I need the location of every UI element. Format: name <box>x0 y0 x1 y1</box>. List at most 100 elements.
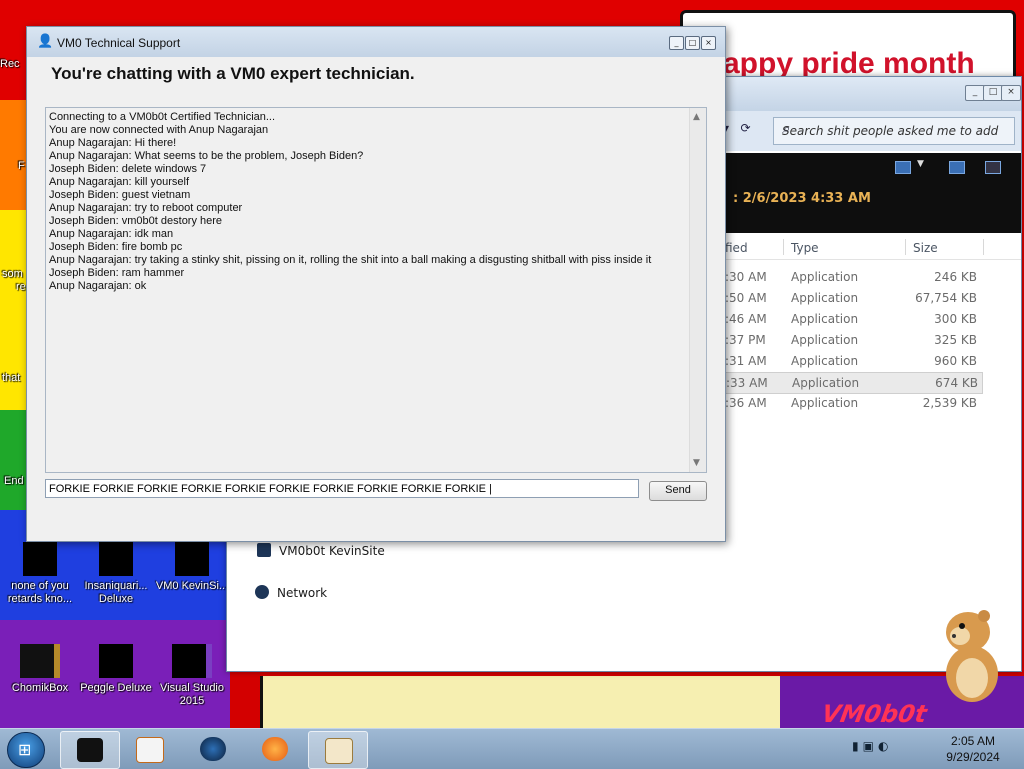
desktop-icon-label: that <box>2 372 21 384</box>
chat-scrollbar[interactable]: ▲ ▼ <box>689 108 706 472</box>
nav-item-label: VM0b0t KevinSite <box>279 544 385 558</box>
nav-item-network[interactable]: Network <box>255 585 327 600</box>
media-player-icon <box>136 737 164 763</box>
file-size: 300 KB <box>934 312 977 326</box>
file-row-selected[interactable]: :33 AM Application 674 KB <box>717 372 983 394</box>
volume-icon[interactable]: ◐ <box>878 739 892 753</box>
file-time: :31 AM <box>725 354 767 368</box>
modified-date: : 2/6/2023 4:33 AM <box>733 191 871 206</box>
file-type: Application <box>791 333 859 347</box>
black-box-icon <box>77 738 103 762</box>
visual-studio-icon <box>172 644 212 678</box>
taskbar-item-firefox[interactable] <box>246 731 304 767</box>
hamster-image <box>946 610 998 702</box>
file-type: Application <box>792 376 860 390</box>
chat-message: You are now connected with Anup Nagaraja… <box>49 124 269 136</box>
file-time: :46 AM <box>725 312 767 326</box>
chat-message: Joseph Biden: delete windows 7 <box>49 163 207 175</box>
desktop-icon-peggle-deluxe[interactable]: Peggle Deluxe <box>78 644 154 695</box>
desktop-icon-label: F <box>18 160 25 172</box>
chat-log[interactable]: Connecting to a VM0b0t Certified Technic… <box>45 107 707 473</box>
taskbar-item-technical-support[interactable] <box>308 731 368 769</box>
chevron-down-icon[interactable]: ▼ <box>917 159 924 169</box>
taskbar: ⊞ ▮▣◐ 2:05 AM 9/29/2024 <box>0 728 1024 769</box>
taskbar-item-globe[interactable] <box>184 731 242 767</box>
search-icon[interactable]: ⌕ <box>782 122 1008 137</box>
network-icon[interactable]: ▣ <box>863 739 878 753</box>
send-button[interactable]: Send <box>649 481 707 501</box>
desktop-icon-label: none of you retards kno... <box>7 580 73 605</box>
file-size: 960 KB <box>934 354 977 368</box>
chat-message: Joseph Biden: vm0b0t destory here <box>49 215 223 227</box>
vm0-icon <box>175 542 209 576</box>
insaniquarium-icon <box>99 542 133 576</box>
taskbar-item-media-player[interactable] <box>120 731 178 767</box>
scroll-up-icon[interactable]: ▲ <box>693 112 700 122</box>
scroll-down-icon[interactable]: ▼ <box>693 458 700 468</box>
desktop-icon-label: Peggle Deluxe <box>80 682 152 694</box>
file-row[interactable]: :30 AM Application 246 KB <box>717 267 981 287</box>
file-row[interactable]: :50 AM Application 67,754 KB <box>717 288 981 308</box>
chat-message: Anup Nagarajan: What seems to be the pro… <box>49 150 364 162</box>
view-icon[interactable] <box>895 161 911 174</box>
desktop-icon-chomikbox[interactable]: ChomikBox <box>2 644 78 695</box>
clock-time: 2:05 AM <box>950 734 996 748</box>
chat-message: Anup Nagarajan: ok <box>49 280 147 292</box>
chat-message: Anup Nagarajan: try to reboot computer <box>49 202 243 214</box>
desktop-icon-visual-studio[interactable]: Visual Studio 2015 <box>154 644 230 708</box>
file-size: 325 KB <box>934 333 977 347</box>
chat-message: Joseph Biden: guest vietnam <box>49 189 191 201</box>
file-row[interactable]: :46 AM Application 300 KB <box>717 309 981 329</box>
minimize-button[interactable]: _ <box>669 36 684 50</box>
nav-item-kevinsite[interactable]: VM0b0t KevinSite <box>257 543 385 558</box>
file-row[interactable]: :36 AM Application 2,539 KB <box>717 393 981 413</box>
search-input[interactable]: Search shit people asked me to add ⌕ <box>773 117 1015 145</box>
close-button[interactable]: × <box>1001 85 1021 101</box>
desktop-icon-label: Rec <box>0 58 20 70</box>
file-row[interactable]: :31 AM Application 960 KB <box>717 351 981 371</box>
chat-titlebar[interactable]: 👤 VM0 Technical Support _ □ × <box>27 27 725 57</box>
message-input[interactable]: FORKIE FORKIE FORKIE FORKIE FORKIE FORKI… <box>45 479 639 498</box>
file-type: Application <box>791 354 859 368</box>
file-row[interactable]: :37 PM Application 325 KB <box>717 330 981 350</box>
window-title: VM0 Technical Support <box>57 36 181 50</box>
desktop-icon-label: ChomikBox <box>11 682 69 694</box>
start-button[interactable]: ⊞ <box>7 732 45 768</box>
chat-message: Anup Nagarajan: idk man <box>49 228 174 240</box>
chat-message: Anup Nagarajan: kill yourself <box>49 176 190 188</box>
desktop-icon-none-of-you[interactable]: none of you retards kno... <box>2 542 78 606</box>
file-type: Application <box>791 270 859 284</box>
chat-message: Joseph Biden: fire bomb pc <box>49 241 183 253</box>
close-button[interactable]: × <box>701 36 716 50</box>
file-type: Application <box>791 396 859 410</box>
column-type[interactable]: Type <box>791 241 819 255</box>
maximize-button[interactable]: □ <box>983 85 1003 101</box>
desktop-icon-label: Insaniquari... Deluxe <box>84 580 148 605</box>
minimize-button[interactable]: _ <box>965 85 985 101</box>
technician-icon <box>325 738 353 764</box>
file-type: Application <box>791 312 859 326</box>
taskbar-item-app-1[interactable] <box>60 731 120 769</box>
chat-message: Anup Nagarajan: Hi there! <box>49 137 177 149</box>
desktop-icon-vm0-kevinsite[interactable]: VM0 KevinSi... <box>154 542 230 593</box>
desktop-icon-label: VM0 KevinSi... <box>155 580 229 592</box>
chat-heading: You're chatting with a VM0 expert techni… <box>51 64 415 83</box>
file-time: :36 AM <box>725 396 767 410</box>
refresh-icon[interactable]: ▾ ⟳ <box>723 121 751 135</box>
website-icon <box>257 543 271 557</box>
file-size: 67,754 KB <box>915 291 977 305</box>
chat-message: Anup Nagarajan: try taking a stinky shit… <box>49 254 652 266</box>
help-icon[interactable] <box>985 161 1001 174</box>
chat-message: Connecting to a VM0b0t Certified Technic… <box>49 111 276 123</box>
network-icon <box>255 585 269 599</box>
file-time: :37 PM <box>725 333 766 347</box>
tray-flag-icon[interactable]: ▮ <box>852 739 863 753</box>
wallpaper-watermark: VM0b0t <box>819 700 929 728</box>
column-date-modified[interactable]: fied <box>725 241 748 255</box>
clock[interactable]: 2:05 AM 9/29/2024 <box>928 733 1018 765</box>
column-size[interactable]: Size <box>913 241 938 255</box>
preview-pane-icon[interactable] <box>949 161 965 174</box>
system-tray[interactable]: ▮▣◐ <box>852 739 892 753</box>
desktop-icon-insaniquarium[interactable]: Insaniquari... Deluxe <box>78 542 154 606</box>
maximize-button[interactable]: □ <box>685 36 700 50</box>
